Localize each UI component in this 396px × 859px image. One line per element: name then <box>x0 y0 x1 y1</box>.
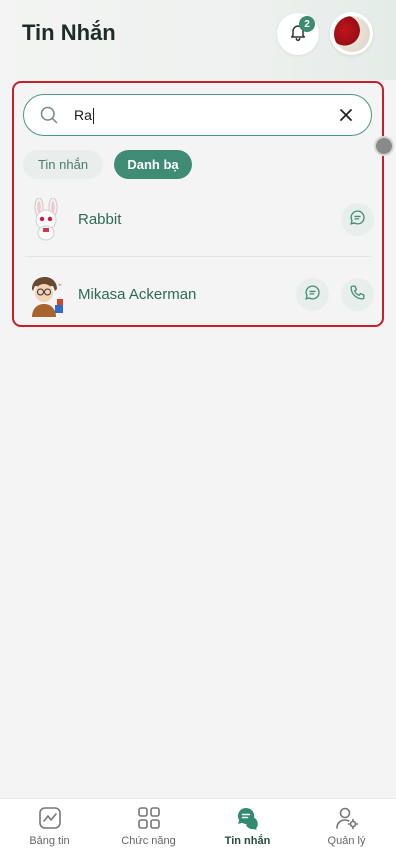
rabbit-avatar <box>24 197 68 242</box>
contact-name: Mikasa Ackerman <box>78 286 197 303</box>
search-icon <box>39 105 59 130</box>
mikasa-avatar <box>24 273 68 317</box>
tab-contacts[interactable]: Danh bạ <box>114 150 192 179</box>
search-input[interactable]: Ra <box>23 94 372 136</box>
row-divider <box>25 256 371 257</box>
chat-icon <box>235 805 261 831</box>
scroll-indicator[interactable] <box>374 136 394 156</box>
search-panel: Ra Tin nhắn Danh bạ Rabbit Mikasa Ackerm… <box>12 81 384 327</box>
bottom-navigation: Bảng tin Chức năng Tin nhắn Quản lý <box>0 798 396 859</box>
message-icon <box>304 284 321 306</box>
message-button[interactable] <box>296 278 329 311</box>
message-icon <box>349 209 366 231</box>
nav-manage[interactable]: Quản lý <box>297 799 396 859</box>
nav-label: Chức năng <box>121 835 176 847</box>
contact-row[interactable]: Mikasa Ackerman <box>14 265 382 325</box>
search-value: Ra <box>74 107 92 123</box>
nav-newsfeed[interactable]: Bảng tin <box>0 799 99 859</box>
contact-row[interactable]: Rabbit <box>14 190 382 250</box>
nav-messages[interactable]: Tin nhắn <box>198 799 297 859</box>
page-title: Tin Nhắn <box>22 20 116 45</box>
avatar-image <box>333 15 370 52</box>
newsfeed-icon <box>37 805 63 831</box>
tab-messages[interactable]: Tin nhắn <box>23 150 103 179</box>
text-caret <box>92 108 94 125</box>
notification-button[interactable]: 2 <box>277 13 319 55</box>
profile-avatar[interactable] <box>330 12 373 55</box>
message-button[interactable] <box>341 203 374 236</box>
contact-name: Rabbit <box>78 211 122 228</box>
call-button[interactable] <box>341 278 374 311</box>
grid-icon <box>136 805 162 831</box>
nav-label: Tin nhắn <box>224 835 271 847</box>
nav-functions[interactable]: Chức năng <box>99 799 198 859</box>
user-settings-icon <box>334 805 360 831</box>
nav-label: Quản lý <box>327 835 366 847</box>
nav-label: Bảng tin <box>29 835 70 847</box>
phone-icon <box>349 284 366 306</box>
notification-badge: 2 <box>299 16 315 32</box>
clear-search-icon[interactable] <box>339 108 353 127</box>
